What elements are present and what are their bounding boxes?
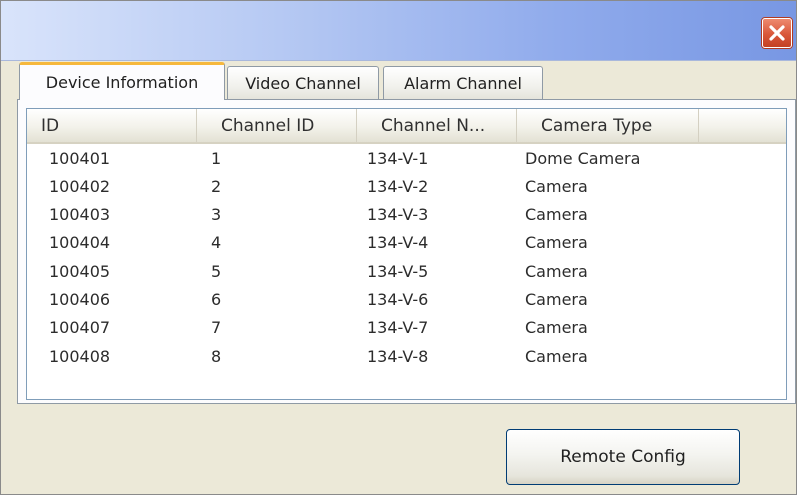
cell-id: 100405 bbox=[49, 261, 111, 281]
cell-channel-name: 134-V-4 bbox=[367, 233, 429, 253]
cell-channel-name: 134-V-5 bbox=[367, 261, 429, 281]
cell-channel-name: 134-V-3 bbox=[367, 205, 429, 225]
close-button[interactable] bbox=[762, 18, 792, 48]
table-row[interactable]: 100407 7 134-V-7 Camera bbox=[27, 314, 786, 342]
cell-channel-name: 134-V-6 bbox=[367, 290, 429, 309]
column-header-channel-name[interactable]: Channel N... bbox=[357, 109, 517, 142]
device-information-panel: ID Channel ID Channel N... Camera Type 1… bbox=[17, 99, 796, 404]
table-row[interactable]: 100408 8 134-V-8 Camera bbox=[27, 342, 786, 370]
column-header-camera-type[interactable]: Camera Type bbox=[517, 109, 699, 142]
column-header-id[interactable]: ID bbox=[27, 109, 197, 142]
table-row[interactable]: 100406 6 134-V-6 Camera bbox=[27, 286, 786, 314]
cell-channel-name: 134-V-1 bbox=[367, 148, 429, 168]
cell-channel-id: 7 bbox=[211, 318, 222, 338]
cell-channel-name: 134-V-7 bbox=[367, 318, 429, 338]
column-header-channel-id[interactable]: Channel ID bbox=[197, 109, 357, 142]
remote-config-button[interactable]: Remote Config bbox=[506, 429, 740, 485]
table-row[interactable]: 100404 4 134-V-4 Camera bbox=[27, 229, 786, 257]
cell-id: 100403 bbox=[49, 205, 111, 225]
cell-channel-id: 1 bbox=[211, 148, 222, 168]
cell-camera-type: Camera bbox=[525, 261, 588, 281]
close-icon bbox=[768, 24, 786, 42]
tab-alarm-channel[interactable]: Alarm Channel bbox=[383, 66, 543, 100]
cell-camera-type: Camera bbox=[525, 346, 588, 366]
device-info-dialog: Device Information Video Channel Alarm C… bbox=[0, 0, 797, 495]
cell-channel-name: 134-V-2 bbox=[367, 176, 429, 196]
table-row[interactable]: 100401 1 134-V-1 Dome Camera bbox=[27, 144, 786, 172]
cell-camera-type: Dome Camera bbox=[525, 148, 641, 168]
cell-id: 100404 bbox=[49, 233, 111, 253]
tab-device-information[interactable]: Device Information bbox=[19, 62, 225, 100]
cell-id: 100408 bbox=[49, 346, 111, 366]
cell-camera-type: Camera bbox=[525, 176, 588, 196]
cell-channel-id: 3 bbox=[211, 205, 222, 225]
cell-channel-name: 134-V-8 bbox=[367, 346, 429, 366]
title-bar[interactable] bbox=[1, 1, 796, 61]
list-header: ID Channel ID Channel N... Camera Type bbox=[27, 109, 786, 144]
table-row[interactable]: 100403 3 134-V-3 Camera bbox=[27, 201, 786, 229]
cell-channel-id: 6 bbox=[211, 290, 222, 309]
cell-id: 100401 bbox=[49, 148, 111, 168]
cell-camera-type: Camera bbox=[525, 205, 588, 225]
cell-id: 100406 bbox=[49, 290, 111, 309]
cell-channel-id: 4 bbox=[211, 233, 222, 253]
cell-camera-type: Camera bbox=[525, 290, 588, 309]
table-row[interactable]: 100405 5 134-V-5 Camera bbox=[27, 257, 786, 285]
cell-channel-id: 5 bbox=[211, 261, 222, 281]
cell-id: 100402 bbox=[49, 176, 111, 196]
cell-channel-id: 2 bbox=[211, 176, 222, 196]
tab-video-channel[interactable]: Video Channel bbox=[227, 66, 379, 100]
cell-id: 100407 bbox=[49, 318, 111, 338]
cell-camera-type: Camera bbox=[525, 318, 588, 338]
table-row[interactable]: 100402 2 134-V-2 Camera bbox=[27, 172, 786, 200]
cell-channel-id: 8 bbox=[211, 346, 222, 366]
channel-list[interactable]: ID Channel ID Channel N... Camera Type 1… bbox=[26, 108, 787, 400]
cell-camera-type: Camera bbox=[525, 233, 588, 253]
